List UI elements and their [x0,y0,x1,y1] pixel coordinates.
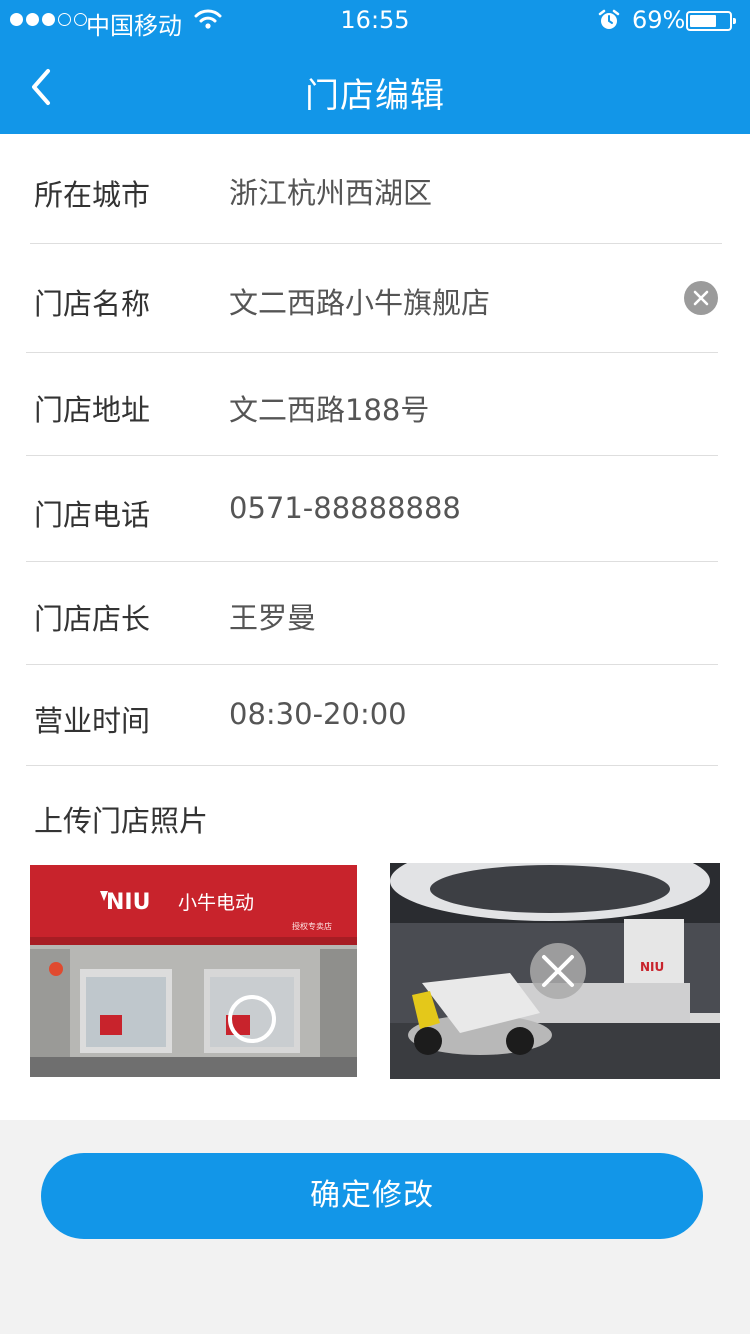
hours-label: 营业时间 [34,704,151,738]
battery-percent: 69% [632,6,686,34]
address-row: 门店地址 文二西路188号 [0,353,750,455]
name-field[interactable]: 文二西路小牛旗舰店 [229,280,490,322]
hours-row[interactable]: 营业时间 08:30-20:00 [0,665,750,765]
city-row[interactable]: 所在城市 浙江杭州西湖区 [0,134,750,243]
confirm-button[interactable]: 确定修改 [41,1153,703,1239]
status-bar: 中国移动 16:55 69% [0,0,750,40]
name-label: 门店名称 [34,287,151,321]
divider [26,765,718,766]
manager-label: 门店店长 [34,602,151,636]
phone-field[interactable]: 0571-88888888 [229,491,461,525]
header: 中国移动 16:55 69% 门店编辑 [0,0,750,134]
store-sign-text: 小牛电动 [178,892,254,914]
store-sign-brand: NIU [106,890,150,915]
manager-row: 门店店长 王罗曼 [0,562,750,664]
phone-row: 门店电话 0571-88888888 [0,456,750,561]
name-row: 门店名称 文二西路小牛旗舰店 [0,244,750,352]
alarm-icon [598,9,620,37]
city-value[interactable]: 浙江杭州西湖区 [229,170,432,212]
city-label: 所在城市 [34,178,151,212]
store-photo-1[interactable]: NIU 小牛电动 授权专卖店 [30,865,357,1077]
hours-value[interactable]: 08:30-20:00 [229,697,407,731]
page-title: 门店编辑 [305,76,445,116]
clear-icon[interactable] [684,281,718,315]
bottom-bar: 确定修改 [0,1120,750,1334]
address-field[interactable]: 文二西路188号 [229,387,429,429]
address-label: 门店地址 [34,393,151,427]
store-photo-2[interactable]: NIU [390,863,720,1079]
battery-icon [686,11,736,31]
manager-field[interactable]: 王罗曼 [229,595,316,637]
photos-label: 上传门店照片 [34,804,209,838]
nav-bar: 门店编辑 [0,40,750,134]
phone-label: 门店电话 [34,498,151,532]
showroom-logo: NIU [640,960,664,974]
store-sign-sub: 授权专卖店 [292,921,332,931]
store-form: 所在城市 浙江杭州西湖区 门店名称 文二西路小牛旗舰店 门店地址 文二西路188… [0,134,750,1120]
